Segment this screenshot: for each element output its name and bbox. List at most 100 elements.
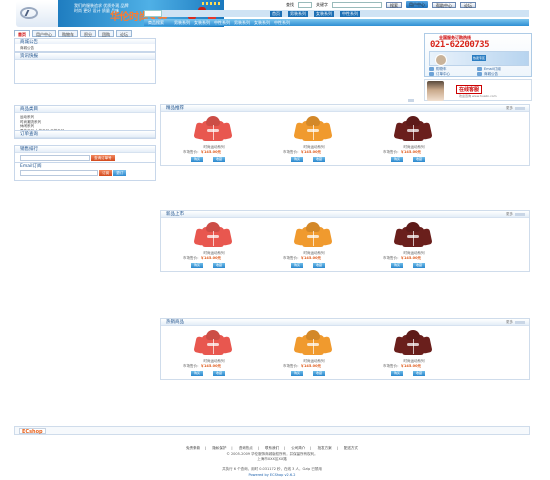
product-image[interactable]	[393, 329, 433, 357]
search-input[interactable]	[332, 1, 382, 8]
tab-groupbuy[interactable]: 团购	[98, 30, 114, 37]
section-title: 精品推荐	[166, 106, 184, 111]
order-number-input[interactable]	[20, 155, 90, 161]
collect-button[interactable]: 收藏	[213, 263, 226, 268]
search-button[interactable]: 搜索	[386, 1, 402, 8]
footer-link[interactable]: 咨询热点	[239, 446, 253, 450]
cat-link[interactable]: 女装系列	[254, 20, 270, 26]
tab-user-center[interactable]: 用户中心	[32, 30, 56, 37]
powered-by-link[interactable]: Powered by ECShop v2.6.2	[249, 473, 296, 477]
buy-button[interactable]: 购买	[391, 157, 404, 162]
product-price: 市场售价：￥145.00元	[383, 256, 421, 261]
search-category-select[interactable]	[298, 1, 312, 8]
product-card[interactable]: 时尚运动系列 市场售价：￥145.00元 购买 收藏	[274, 329, 354, 389]
product-image[interactable]	[293, 329, 333, 357]
cat-link[interactable]: 中性系列	[214, 20, 230, 26]
help-link[interactable]: 帮助中心	[432, 1, 456, 8]
product-card[interactable]: 时尚运动系列 市场售价：￥145.00元 购买 收藏	[274, 115, 354, 175]
top-sales-box: 销售排行 查询订单号	[14, 145, 156, 163]
product-image[interactable]	[293, 115, 333, 143]
product-card[interactable]: 时尚运动系列 市场售价：￥145.00元 购买 收藏	[174, 115, 254, 175]
quick-link-orders[interactable]: 订单中心	[429, 72, 467, 77]
query-order-button[interactable]: 查询订单号	[91, 155, 115, 161]
buy-button[interactable]: 购买	[191, 263, 204, 268]
more-link[interactable]: 更多	[506, 105, 525, 112]
quick-link-notice[interactable]: 商城公告	[477, 72, 515, 77]
footer-link[interactable]: 公司简介	[291, 446, 305, 450]
nav-link[interactable]: 男装系列	[288, 11, 308, 17]
order-title: 订单查询	[15, 131, 155, 138]
ecshop-badge[interactable]: ECshop	[19, 428, 46, 435]
nav-link[interactable]: 女装系列	[314, 11, 334, 17]
price-value: ￥145.00元	[200, 256, 222, 260]
product-price: 市场售价：￥145.00元	[183, 256, 221, 261]
nav-current[interactable]	[144, 10, 162, 17]
buy-button[interactable]: 购买	[291, 371, 304, 376]
more-link[interactable]: 更多	[506, 319, 525, 326]
cat-link[interactable]: 女装系列	[194, 20, 210, 26]
product-image[interactable]	[393, 221, 433, 249]
footer-link[interactable]: 配送方式	[344, 446, 358, 450]
product-image[interactable]	[193, 329, 233, 357]
buy-button[interactable]: 购买	[391, 263, 404, 268]
footer-stats: 共执行 6 个查询，用时 0.031172 秒，在线 3 人，Gzip 已禁用	[222, 467, 322, 471]
unsubscribe-button[interactable]: 退订	[113, 169, 127, 176]
collect-button[interactable]: 收藏	[213, 371, 226, 376]
cat-link[interactable]: 男装系列	[234, 20, 250, 26]
product-image[interactable]	[393, 115, 433, 143]
collect-button[interactable]: 收藏	[213, 157, 226, 162]
cat-link[interactable]: 中性系列	[274, 20, 290, 26]
tab-home[interactable]: 首页	[14, 30, 30, 37]
product-card[interactable]: 时尚运动系列 市场售价：￥145.00元 购买 收藏	[274, 221, 354, 281]
footer-link[interactable]: 批发方案	[318, 446, 332, 450]
scroll-arrow-icon[interactable]	[408, 99, 414, 102]
product-card[interactable]: 时尚运动系列 市场售价：￥145.00元 购买 收藏	[174, 221, 254, 281]
collect-button[interactable]: 收藏	[313, 263, 326, 268]
collect-button[interactable]: 收藏	[413, 371, 426, 376]
product-price: 市场售价：￥145.00元	[183, 364, 221, 369]
section-new: 新品上市 更多 时尚运动系列 市场售价：￥145.00元 购买 收藏 时尚运动系列 市场售价…	[160, 210, 530, 272]
footer-link[interactable]: 隐私保护	[212, 446, 226, 450]
buy-button[interactable]: 购买	[291, 263, 304, 268]
product-card[interactable]: 时尚运动系列 市场售价：￥145.00元 购买 收藏	[374, 329, 454, 389]
product-price: 市场售价：￥145.00元	[283, 150, 321, 155]
promo-banner[interactable]: 热卖专区	[429, 51, 529, 66]
product-price: 市场售价：￥145.00元	[183, 150, 221, 155]
nav-link[interactable]: 首页	[270, 11, 282, 17]
collect-button[interactable]: 收藏	[313, 371, 326, 376]
product-image[interactable]	[193, 221, 233, 249]
buy-button[interactable]: 购买	[191, 371, 204, 376]
buy-button[interactable]: 购买	[191, 157, 204, 162]
subscribe-button[interactable]: 订阅	[99, 169, 113, 176]
collect-button[interactable]: 收藏	[313, 157, 326, 162]
online-service-label: 在线客服	[456, 85, 483, 94]
buy-button[interactable]: 购买	[391, 371, 404, 376]
product-card[interactable]: 时尚运动系列 市场售价：￥145.00元 购买 收藏	[174, 329, 254, 389]
buy-button[interactable]: 购买	[291, 157, 304, 162]
service-avatar	[427, 81, 444, 101]
price-label: 市场售价：	[283, 256, 301, 260]
cat-link[interactable]: 男装系列	[174, 20, 190, 26]
price-value: ￥145.00元	[400, 150, 422, 154]
footer-address: 上海市XXX区XX路	[257, 457, 287, 461]
online-service-box[interactable]: 在线客服 欢迎咨询 www.hualin.com	[424, 79, 532, 101]
collect-button[interactable]: 收藏	[413, 157, 426, 162]
nav-link[interactable]: 中性系列	[340, 11, 360, 17]
email-input[interactable]	[20, 169, 98, 176]
tab-points[interactable]: 积分	[80, 30, 96, 37]
product-image[interactable]	[193, 115, 233, 143]
tab-forum[interactable]: 论坛	[116, 30, 132, 37]
top-sales-title: 销售排行	[15, 146, 155, 153]
collect-button[interactable]: 收藏	[413, 263, 426, 268]
footer-link[interactable]: 免责条款	[186, 446, 200, 450]
product-card[interactable]: 时尚运动系列 市场售价：￥145.00元 购买 收藏	[374, 115, 454, 175]
product-grid: 时尚运动系列 市场售价：￥145.00元 购买 收藏 时尚运动系列 市场售价：￥145.0…	[161, 221, 531, 281]
tab-cart[interactable]: 购物车	[58, 30, 78, 37]
footer-link[interactable]: 联系我们	[265, 446, 279, 450]
forum-link[interactable]: 论坛	[460, 1, 476, 8]
user-center-link[interactable]: 用户中心	[406, 1, 428, 8]
product-image[interactable]	[293, 221, 333, 249]
more-link[interactable]: 更多	[506, 211, 525, 218]
price-label: 市场售价：	[183, 364, 201, 368]
product-card[interactable]: 时尚运动系列 市场售价：￥145.00元 购买 收藏	[374, 221, 454, 281]
